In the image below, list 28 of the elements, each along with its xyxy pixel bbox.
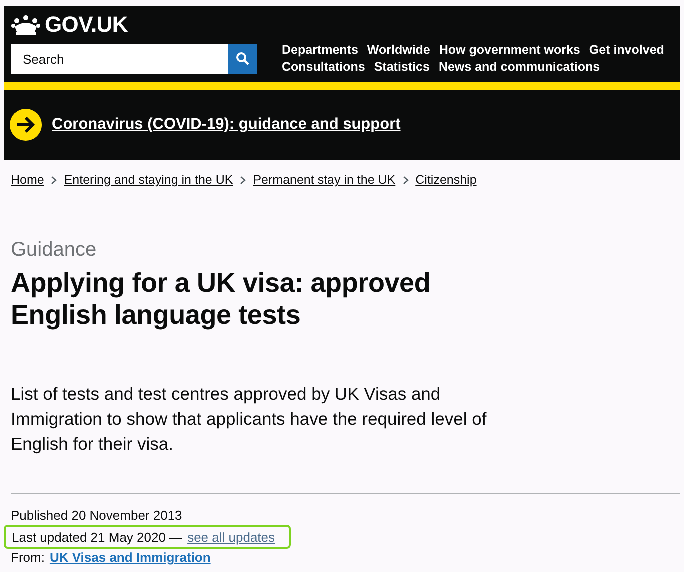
last-updated-date: Last updated 21 May 2020 — [12,528,183,546]
chevron-icon [51,176,58,184]
nav-link[interactable]: Consultations [282,60,366,74]
search-field[interactable]: Search [11,44,228,74]
breadcrumb-link[interactable]: Home [11,173,44,187]
nav-link[interactable]: News and communications [438,60,600,74]
breadcrumb-link[interactable]: Citizenship [416,173,477,187]
page-title: Applying for a UK visa: approved English language tests [11,267,432,331]
chevron-icon [402,176,409,184]
see-all-updates-link[interactable]: see all updates [188,528,276,546]
from-label: From: [11,549,45,567]
published-date: Published 20 November 2013 [11,507,184,525]
gov-uk-logo[interactable]: GOV.UK [45,12,128,38]
breadcrumb-link[interactable]: Entering and staying in the UK [64,173,234,187]
nav-link[interactable]: Statistics [374,60,430,74]
nav-link[interactable]: Departments [282,43,358,57]
document-type-label: Guidance [11,239,98,262]
search-button[interactable] [228,44,257,74]
nav-link[interactable]: Worldwide [367,43,430,57]
organisation-link[interactable]: UK Visas and Immigration [50,548,211,567]
search-icon [236,52,250,66]
nav-link[interactable]: Get involved [589,43,664,57]
breadcrumb-link[interactable]: Permanent stay in the UK [253,173,396,187]
covid-banner-link[interactable]: Coronavirus (COVID-19): guidance and support [52,116,401,134]
page-description: List of tests and test centres approved by UK Visas and Immigration to show that applicants have the required level of English for their visa. [11,383,488,456]
chevron-icon [240,176,246,184]
crown-icon [11,15,41,35]
nav-link[interactable]: How government works [439,43,580,57]
